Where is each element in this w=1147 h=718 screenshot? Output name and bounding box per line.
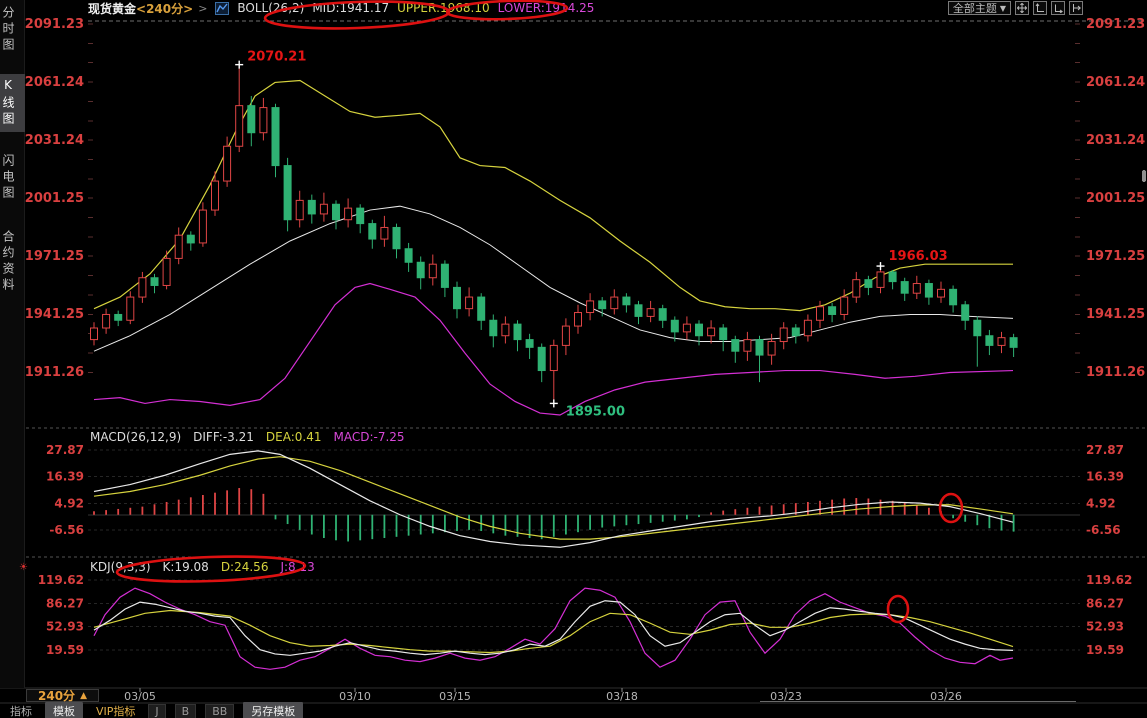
toolbar-item-template[interactable]: 模板 <box>45 702 83 718</box>
theme-dropdown-label: 全部主题 <box>953 0 997 16</box>
macd-macd-value: MACD:-7.25 <box>333 430 404 444</box>
svg-text:1941.25: 1941.25 <box>1086 307 1145 322</box>
right-scrollbar-thumb[interactable] <box>1142 170 1146 182</box>
period-selector-button[interactable]: 240分 ▲ <box>26 689 99 702</box>
macd-panel <box>94 451 1014 547</box>
caret-icon: > <box>198 2 207 15</box>
boll-upper-value: UPPER:1968.10 <box>397 1 489 15</box>
toolbar-item-j[interactable]: J <box>148 704 165 718</box>
svg-text:4.92: 4.92 <box>1086 496 1116 510</box>
price-annotations: 2070.21 1966.03 1895.00 <box>235 50 948 420</box>
axis-zoom-horizontal-button[interactable] <box>1051 1 1065 15</box>
period-label: <240分> <box>136 0 193 17</box>
svg-text:16.39: 16.39 <box>1086 470 1124 484</box>
candles-group <box>91 65 1018 404</box>
svg-text:-6.56: -6.56 <box>1086 523 1121 537</box>
svg-text:86.27: 86.27 <box>1086 596 1124 610</box>
svg-text:2031.24: 2031.24 <box>1086 133 1145 148</box>
svg-text:19.59: 19.59 <box>46 643 84 657</box>
sidebar-item-flash-chart[interactable]: 闪电图 <box>0 150 25 206</box>
axis-zoom-vertical-button[interactable] <box>1033 1 1047 15</box>
chevron-down-icon: ▼ <box>1000 4 1006 13</box>
kdj-j-value: J:8.13 <box>280 560 314 574</box>
boll-mid-value: MID:1941.17 <box>312 1 389 15</box>
svg-text:03/26: 03/26 <box>930 690 962 703</box>
grid-lines <box>0 21 1147 703</box>
trading-app-window: 2091.23 2091.23 2061.24 2061.24 2031.24 2031.… <box>0 0 1147 718</box>
boll-settings-label: BOLL(26,2) <box>237 1 304 15</box>
alarm-icon[interactable]: ☀ <box>19 562 28 573</box>
svg-text:2070.21: 2070.21 <box>247 50 306 65</box>
toolbar-item-indicators[interactable]: 指标 <box>6 703 36 718</box>
sidebar-item-kline-chart[interactable]: K线图 <box>0 74 25 132</box>
svg-text:1911.26: 1911.26 <box>25 365 84 380</box>
macd-dea-value: DEA:0.41 <box>266 430 322 444</box>
chevron-up-icon: ▲ <box>80 691 87 701</box>
svg-text:52.93: 52.93 <box>46 620 84 634</box>
svg-text:2031.24: 2031.24 <box>25 133 84 148</box>
svg-text:1971.25: 1971.25 <box>1086 249 1145 264</box>
kdj-panel <box>94 588 1013 669</box>
svg-text:2001.25: 2001.25 <box>1086 191 1145 206</box>
svg-text:19.59: 19.59 <box>1086 643 1124 657</box>
svg-text:1971.25: 1971.25 <box>25 249 84 264</box>
bottom-toolbar: 指标 模板 VIP指标 J B BB 另存模板 <box>6 704 303 718</box>
kdj-k-value: K:19.08 <box>163 560 209 574</box>
svg-text:27.87: 27.87 <box>46 443 84 457</box>
svg-text:119.62: 119.62 <box>1086 573 1132 587</box>
symbol-title: 现货黄金 <box>88 0 136 17</box>
svg-text:16.39: 16.39 <box>46 470 84 484</box>
svg-text:4.92: 4.92 <box>54 496 84 510</box>
macd-settings-label: MACD(26,12,9) <box>90 430 181 444</box>
chart-canvas[interactable]: 2091.23 2091.23 2061.24 2061.24 2031.24 2031.… <box>0 0 1147 718</box>
chart-type-icon <box>215 2 229 15</box>
macd-indicator-header: MACD(26,12,9) DIFF:-3.21 DEA:0.41 MACD:-… <box>90 430 405 444</box>
boll-lower-value: LOWER:1914.25 <box>498 1 595 15</box>
svg-text:2061.24: 2061.24 <box>25 75 84 90</box>
toolbar-item-bb[interactable]: BB <box>205 704 234 718</box>
svg-text:2091.23: 2091.23 <box>25 17 84 32</box>
svg-text:2061.24: 2061.24 <box>1086 75 1145 90</box>
pan-icon <box>1017 3 1027 13</box>
chart-toolbar-top-right: 全部主题 ▼ <box>948 1 1083 15</box>
axis-zoom-horizontal-icon <box>1053 3 1063 13</box>
shift-right-icon <box>1071 3 1081 13</box>
svg-text:-6.56: -6.56 <box>49 523 84 537</box>
kdj-settings-label: KDJ(9,3,3) <box>90 560 151 574</box>
svg-text:03/23: 03/23 <box>770 690 802 703</box>
svg-text:2091.23: 2091.23 <box>1086 17 1145 32</box>
svg-text:86.27: 86.27 <box>46 596 84 610</box>
svg-text:03/18: 03/18 <box>606 690 638 703</box>
sidebar-item-timeshare-chart[interactable]: 分时图 <box>0 2 25 58</box>
toolbar-item-save-template[interactable]: 另存模板 <box>243 702 303 718</box>
sidebar-item-contract-info[interactable]: 合约资料 <box>0 226 25 298</box>
svg-text:27.87: 27.87 <box>1086 443 1124 457</box>
chart-header: 现货黄金 <240分> > BOLL(26,2) MID:1941.17 UPP… <box>88 1 594 15</box>
pan-tool-button[interactable] <box>1015 1 1029 15</box>
toolbar-item-vip-indicators[interactable]: VIP指标 <box>92 703 139 718</box>
shift-right-button[interactable] <box>1069 1 1083 15</box>
svg-text:1911.26: 1911.26 <box>1086 365 1145 380</box>
kdj-indicator-header: KDJ(9,3,3) K:19.08 D:24.56 J:8.13 <box>90 560 315 574</box>
svg-text:03/05: 03/05 <box>124 690 156 703</box>
svg-text:1895.00: 1895.00 <box>566 404 625 419</box>
kdj-d-value: D:24.56 <box>221 560 269 574</box>
svg-text:03/15: 03/15 <box>439 690 471 703</box>
svg-text:2001.25: 2001.25 <box>25 191 84 206</box>
theme-dropdown[interactable]: 全部主题 ▼ <box>948 1 1011 15</box>
axis-zoom-vertical-icon <box>1035 3 1045 13</box>
svg-text:52.93: 52.93 <box>1086 620 1124 634</box>
svg-text:03/10: 03/10 <box>339 690 371 703</box>
svg-text:119.62: 119.62 <box>38 573 84 587</box>
toolbar-item-b[interactable]: B <box>175 704 197 718</box>
svg-text:1966.03: 1966.03 <box>889 249 948 264</box>
macd-diff-value: DIFF:-3.21 <box>193 430 254 444</box>
svg-text:1941.25: 1941.25 <box>25 307 84 322</box>
chart-type-sidebar: 分时图 K线图 闪电图 合约资料 <box>0 0 25 688</box>
